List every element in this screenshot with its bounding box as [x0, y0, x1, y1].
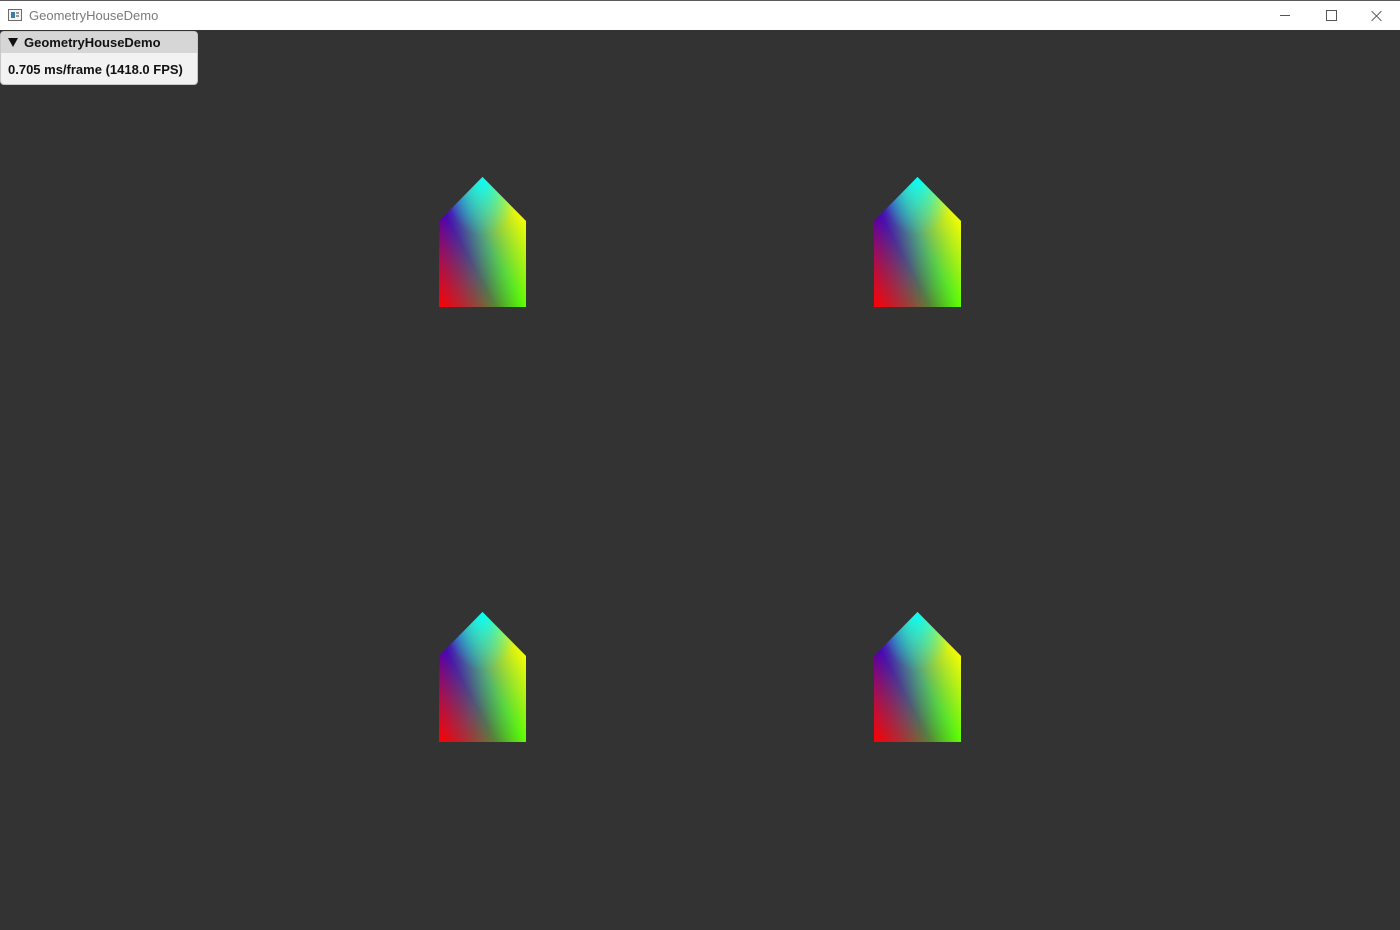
house-graphic	[439, 177, 526, 307]
maximize-button[interactable]	[1308, 1, 1354, 30]
house-shape	[439, 177, 526, 307]
overlay-title: GeometryHouseDemo	[24, 35, 161, 50]
house-shape	[874, 612, 961, 742]
house-graphic	[874, 612, 961, 742]
maximize-icon	[1325, 10, 1337, 21]
close-icon	[1371, 10, 1383, 22]
minimize-button[interactable]	[1262, 1, 1308, 30]
window-title: GeometryHouseDemo	[29, 8, 159, 23]
house-graphic	[874, 177, 961, 307]
triangle-down-icon[interactable]	[8, 38, 18, 47]
title-bar[interactable]: GeometryHouseDemo	[0, 0, 1400, 30]
close-button[interactable]	[1354, 1, 1400, 30]
minimize-icon	[1280, 15, 1290, 16]
house-graphic	[439, 612, 526, 742]
frame-time-stat: 0.705 ms/frame (1418.0 FPS)	[8, 62, 183, 77]
app-window-icon	[8, 9, 22, 21]
overlay-header[interactable]: GeometryHouseDemo	[1, 32, 197, 53]
app-window: GeometryHouseDemo GeometryHouseDemo 0.70…	[0, 0, 1400, 930]
house-shape	[439, 612, 526, 742]
house-shape	[874, 177, 961, 307]
debug-overlay-panel[interactable]: GeometryHouseDemo 0.705 ms/frame (1418.0…	[0, 31, 198, 85]
